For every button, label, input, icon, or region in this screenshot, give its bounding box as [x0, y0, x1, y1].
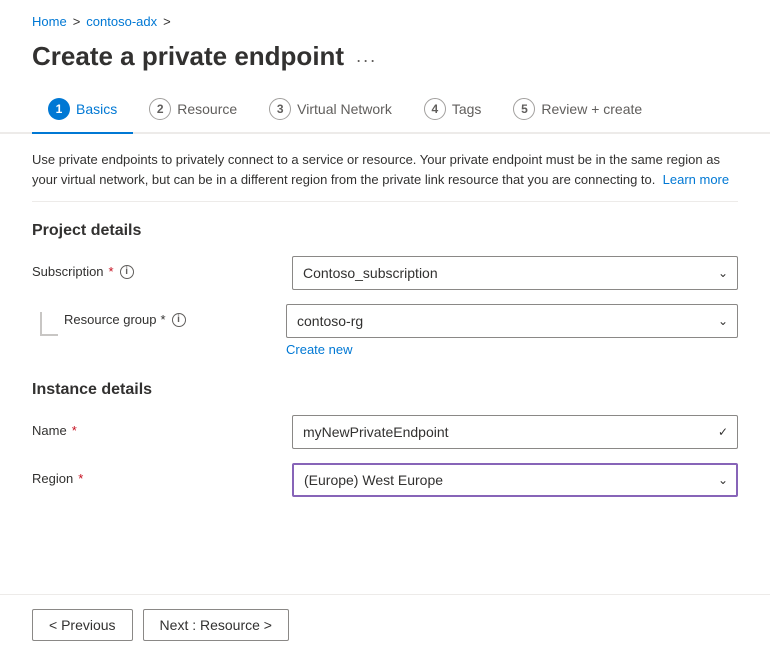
wizard-step-tags[interactable]: 4 Tags — [408, 88, 498, 132]
info-banner-text: Use private endpoints to privately conne… — [32, 152, 720, 187]
region-control: (Europe) West Europe ⌄ — [292, 463, 738, 497]
subscription-row: Subscription * i Contoso_subscription ⌄ — [32, 256, 738, 290]
previous-button[interactable]: < Previous — [32, 609, 133, 641]
step-circle-virtual-network: 3 — [269, 98, 291, 120]
subscription-control: Contoso_subscription ⌄ — [292, 256, 738, 290]
breadcrumb-resource[interactable]: contoso-adx — [86, 14, 157, 29]
page-title: Create a private endpoint — [32, 41, 344, 72]
instance-details-header: Instance details — [32, 381, 738, 399]
wizard-step-basics[interactable]: 1 Basics — [32, 88, 133, 134]
wizard-step-virtual-network[interactable]: 3 Virtual Network — [253, 88, 408, 132]
step-label-resource: Resource — [177, 101, 237, 117]
step-label-virtual-network: Virtual Network — [297, 101, 392, 117]
region-dropdown-container: (Europe) West Europe ⌄ — [292, 463, 738, 497]
resource-group-info-icon[interactable]: i — [172, 313, 186, 327]
page-title-dots: ... — [356, 46, 377, 67]
subscription-dropdown[interactable]: Contoso_subscription — [292, 256, 738, 290]
step-label-basics: Basics — [76, 101, 117, 117]
name-dropdown-container: myNewPrivateEndpoint ✓ — [292, 415, 738, 449]
instance-details-section: Instance details Name * myNewPrivateEndp… — [32, 381, 738, 497]
name-row: Name * myNewPrivateEndpoint ✓ — [32, 415, 738, 449]
name-label: Name — [32, 423, 67, 438]
name-label-container: Name * — [32, 415, 292, 438]
wizard-steps: 1 Basics 2 Resource 3 Virtual Network 4 … — [0, 88, 770, 134]
main-content: Use private endpoints to privately conne… — [0, 134, 770, 594]
region-label-container: Region * — [32, 463, 292, 486]
step-circle-resource: 2 — [149, 98, 171, 120]
resource-group-control: contoso-rg ⌄ Create new — [286, 304, 738, 357]
region-row: Region * (Europe) West Europe ⌄ — [32, 463, 738, 497]
resource-group-label-container: Resource group * i — [64, 304, 286, 327]
footer: < Previous Next : Resource > — [0, 594, 770, 655]
breadcrumb-home[interactable]: Home — [32, 14, 67, 29]
breadcrumb: Home > contoso-adx > — [0, 0, 770, 37]
step-circle-review-create: 5 — [513, 98, 535, 120]
name-dropdown[interactable]: myNewPrivateEndpoint — [292, 415, 738, 449]
info-banner: Use private endpoints to privately conne… — [32, 134, 738, 202]
step-label-review-create: Review + create — [541, 101, 642, 117]
wizard-step-review-create[interactable]: 5 Review + create — [497, 88, 658, 132]
breadcrumb-sep1: > — [73, 14, 81, 29]
step-circle-basics: 1 — [48, 98, 70, 120]
subscription-label: Subscription — [32, 264, 104, 279]
name-required: * — [72, 423, 77, 438]
resource-group-dropdown[interactable]: contoso-rg — [286, 304, 738, 338]
step-circle-tags: 4 — [424, 98, 446, 120]
subscription-label-container: Subscription * i — [32, 256, 292, 279]
create-new-link[interactable]: Create new — [286, 342, 352, 357]
region-dropdown[interactable]: (Europe) West Europe — [292, 463, 738, 497]
resource-group-row: Resource group * i contoso-rg ⌄ Create n… — [32, 304, 738, 357]
subscription-required: * — [109, 264, 114, 279]
region-label: Region — [32, 471, 73, 486]
wizard-step-resource[interactable]: 2 Resource — [133, 88, 253, 132]
step-label-tags: Tags — [452, 101, 482, 117]
name-control: myNewPrivateEndpoint ✓ — [292, 415, 738, 449]
breadcrumb-sep2: > — [163, 14, 171, 29]
learn-more-link[interactable]: Learn more — [663, 172, 729, 187]
subscription-dropdown-container: Contoso_subscription ⌄ — [292, 256, 738, 290]
page-title-container: Create a private endpoint ... — [0, 37, 770, 88]
region-required: * — [78, 471, 83, 486]
resource-group-label: Resource group — [64, 312, 157, 327]
resource-group-required: * — [161, 312, 166, 327]
project-details-header: Project details — [32, 222, 738, 240]
project-details-section: Project details Subscription * i Contoso… — [32, 222, 738, 357]
next-button[interactable]: Next : Resource > — [143, 609, 289, 641]
subscription-info-icon[interactable]: i — [120, 265, 134, 279]
resource-group-dropdown-container: contoso-rg ⌄ — [286, 304, 738, 338]
